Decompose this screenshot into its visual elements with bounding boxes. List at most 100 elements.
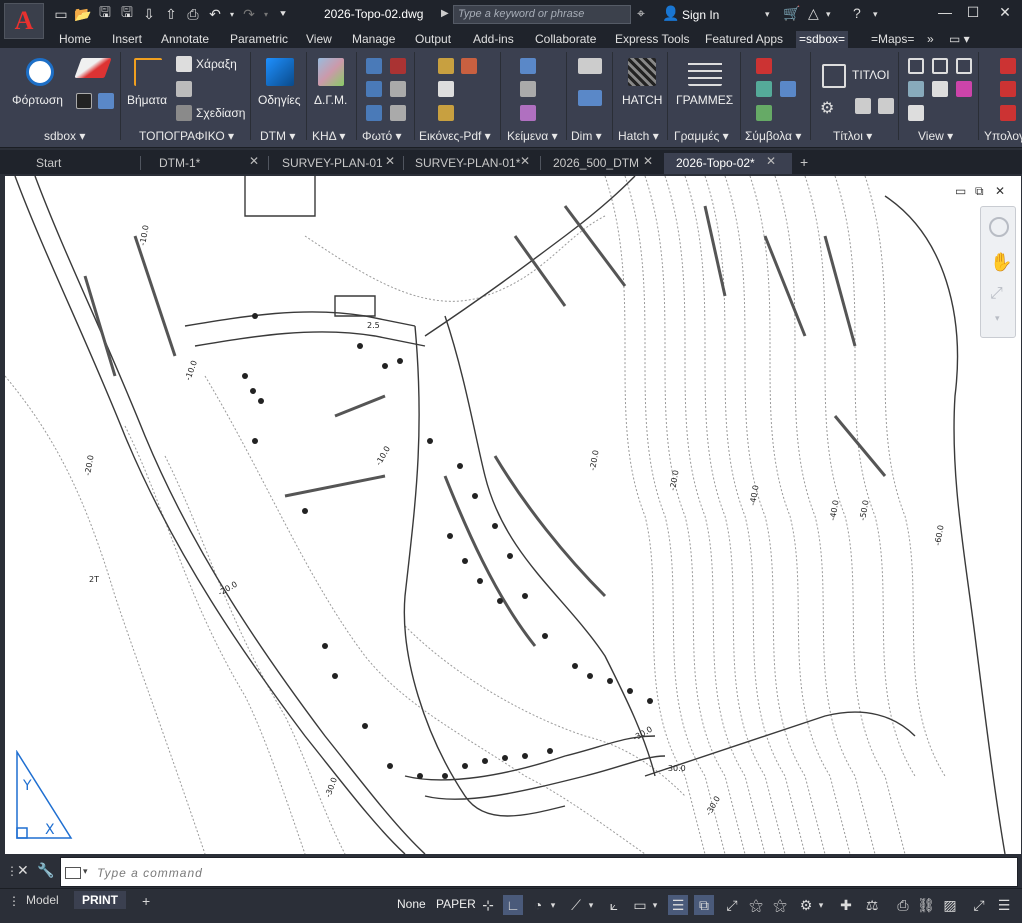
layout-tab-print[interactable]: PRINT bbox=[74, 891, 126, 909]
close-tab-icon[interactable]: ✕ bbox=[249, 154, 259, 168]
viewport-3-icon[interactable] bbox=[956, 58, 972, 74]
viewport-restore-icon[interactable]: ⧉ bbox=[975, 184, 984, 199]
add-layout-icon[interactable]: + bbox=[134, 891, 158, 909]
tab-home[interactable]: Home bbox=[56, 31, 94, 48]
grammes-button[interactable]: ΓΡΑΜΜΕΣ bbox=[676, 93, 733, 107]
lines-icon[interactable] bbox=[688, 58, 722, 86]
symbol-tree-icon[interactable] bbox=[756, 105, 772, 121]
customize-command-line-icon[interactable]: 🔧 bbox=[37, 862, 54, 879]
dtm-icon[interactable] bbox=[266, 58, 294, 86]
viewport-scale-icon[interactable]: ⤢ bbox=[722, 895, 742, 915]
isolate-objects-icon[interactable]: ⛓ bbox=[916, 895, 936, 915]
panel-title-ypologismoi[interactable]: Υπολογ bbox=[984, 129, 1022, 146]
plot-icon[interactable]: ⎙ bbox=[184, 4, 202, 24]
dim-linear-icon[interactable] bbox=[578, 58, 602, 74]
close-tab-icon[interactable]: ✕ bbox=[520, 154, 530, 168]
workspace-dropdown-icon[interactable]: ▾ bbox=[816, 895, 826, 915]
app-dropdown-icon[interactable]: ▾ bbox=[826, 9, 831, 20]
panel-title-keimena[interactable]: Κείμενα ▾ bbox=[507, 129, 558, 146]
command-history-dropdown-icon[interactable]: ▾ bbox=[83, 866, 88, 877]
steps-icon[interactable] bbox=[134, 58, 162, 86]
camera-edit-icon[interactable] bbox=[390, 105, 406, 121]
close-command-line-icon[interactable]: ✕ bbox=[17, 862, 29, 879]
view-magnet-icon[interactable] bbox=[956, 81, 972, 97]
help-icon[interactable]: ? bbox=[853, 5, 861, 21]
save-icon[interactable]: 🖫 bbox=[96, 4, 114, 24]
image-frame-icon[interactable] bbox=[438, 105, 454, 121]
viewport-1-icon[interactable] bbox=[908, 58, 924, 74]
file-tab-survey-plan-01-modified[interactable]: SURVEY-PLAN-01* bbox=[407, 153, 537, 174]
image-clip-icon[interactable] bbox=[461, 58, 477, 74]
dgm-button[interactable]: Δ.Γ.Μ. bbox=[314, 93, 347, 107]
annotation-visibility-icon[interactable]: ⚝ bbox=[746, 895, 766, 915]
panel-title-titloi[interactable]: Τίτλοι ▾ bbox=[833, 129, 872, 146]
tab-add-ins[interactable]: Add-ins bbox=[470, 31, 517, 48]
camera-remove-icon[interactable] bbox=[390, 58, 406, 74]
load-icon[interactable] bbox=[26, 58, 54, 86]
charaxi-icon[interactable] bbox=[176, 56, 192, 72]
selection-cycling-icon[interactable]: ▭ bbox=[630, 895, 650, 915]
tab-annotate[interactable]: Annotate bbox=[158, 31, 212, 48]
symbol-block-icon[interactable] bbox=[756, 81, 772, 97]
new-file-icon[interactable]: ▭ bbox=[52, 4, 70, 24]
ribbon-minimize-icon[interactable]: ▭ ▾ bbox=[946, 31, 973, 48]
panel-title-sdbox[interactable]: sdbox ▾ bbox=[44, 129, 85, 146]
application-menu-button[interactable]: A bbox=[4, 3, 44, 39]
text-style-icon[interactable] bbox=[520, 58, 536, 74]
polar-tracking-icon[interactable]: ◔ bbox=[528, 895, 548, 915]
panel-title-dtm[interactable]: DTM ▾ bbox=[260, 129, 295, 146]
pdf-icon[interactable] bbox=[438, 81, 454, 97]
units-icon[interactable]: ⚖ bbox=[862, 895, 882, 915]
view-target-icon[interactable] bbox=[932, 81, 948, 97]
sign-in-dropdown-icon[interactable]: ▾ bbox=[765, 9, 770, 20]
ortho-icon[interactable]: ∟ bbox=[503, 895, 523, 915]
sign-in-button[interactable]: Sign In bbox=[682, 8, 719, 22]
navbar-dropdown-icon[interactable]: ▾ bbox=[995, 313, 1000, 324]
feather-icon[interactable] bbox=[74, 58, 112, 78]
paper-space-toggle[interactable]: PAPER bbox=[436, 897, 476, 911]
layout-viewport-icon[interactable]: ⧉ bbox=[694, 895, 714, 915]
file-tab-survey-plan-01[interactable]: SURVEY-PLAN-01 bbox=[274, 153, 399, 174]
panel-title-hatch[interactable]: Hatch ▾ bbox=[618, 129, 659, 146]
redo-dropdown-icon[interactable]: ▾ bbox=[262, 4, 270, 24]
hatch-button[interactable]: HATCH bbox=[622, 93, 662, 107]
command-history-icon[interactable] bbox=[65, 867, 81, 879]
search-expand-icon[interactable]: ▶ bbox=[441, 8, 449, 19]
view-north-icon[interactable] bbox=[908, 105, 924, 121]
camera-icon[interactable] bbox=[366, 58, 382, 74]
drawing-canvas[interactable]: -10.0 -10.0 -10.0 -20.0 -20.0 -20.0 -20.… bbox=[5, 176, 1021, 854]
close-tab-icon[interactable]: ✕ bbox=[385, 154, 395, 168]
calc-icon-1[interactable] bbox=[1000, 58, 1016, 74]
customization-menu-icon[interactable]: ☰ bbox=[994, 895, 1014, 915]
tab-output[interactable]: Output bbox=[412, 31, 454, 48]
cart-icon[interactable]: 🛒 bbox=[783, 5, 800, 22]
maximize-icon[interactable]: ☐ bbox=[963, 4, 983, 21]
titloi-list-icon[interactable] bbox=[878, 98, 894, 114]
redo-icon[interactable]: ↷ bbox=[240, 4, 258, 24]
image-attach-icon[interactable] bbox=[438, 58, 454, 74]
symbol-grid-icon[interactable] bbox=[780, 81, 796, 97]
camera-2-icon[interactable] bbox=[366, 81, 382, 97]
dgm-icon[interactable] bbox=[318, 58, 344, 86]
graphics-performance-icon[interactable]: ▨ bbox=[940, 895, 960, 915]
selection-dropdown-icon[interactable]: ▾ bbox=[650, 895, 660, 915]
text-edit-icon[interactable] bbox=[520, 81, 536, 97]
annotation-none[interactable]: None bbox=[397, 897, 426, 911]
layout-icon[interactable] bbox=[98, 93, 114, 109]
open-file-icon[interactable]: 📂 bbox=[74, 4, 92, 24]
tab-featured-apps[interactable]: Featured Apps bbox=[702, 31, 786, 48]
viewport-minimize-icon[interactable]: ▭ bbox=[955, 184, 966, 198]
fullscreen-icon[interactable]: ⤢ bbox=[969, 895, 989, 915]
more-tabs-icon[interactable]: » bbox=[924, 31, 937, 48]
panel-title-grammes[interactable]: Γραμμές ▾ bbox=[674, 129, 729, 146]
settings-gear-icon[interactable]: ⚙ bbox=[820, 98, 836, 117]
save-as-icon[interactable]: 🖫 bbox=[118, 4, 136, 24]
panel-title-topo[interactable]: ΤΟΠΟΓΡΑΦΙΚΟ ▾ bbox=[139, 129, 234, 146]
tab-manage[interactable]: Manage bbox=[349, 31, 398, 48]
view-image-icon[interactable] bbox=[908, 81, 924, 97]
tab-express-tools[interactable]: Express Tools bbox=[612, 31, 692, 48]
panel-title-foto[interactable]: Φωτό ▾ bbox=[362, 129, 402, 146]
symbol-insert-icon[interactable] bbox=[756, 58, 772, 74]
customize-qat-icon[interactable]: ⯆ bbox=[274, 4, 292, 24]
close-tab-icon[interactable]: ✕ bbox=[643, 154, 653, 168]
